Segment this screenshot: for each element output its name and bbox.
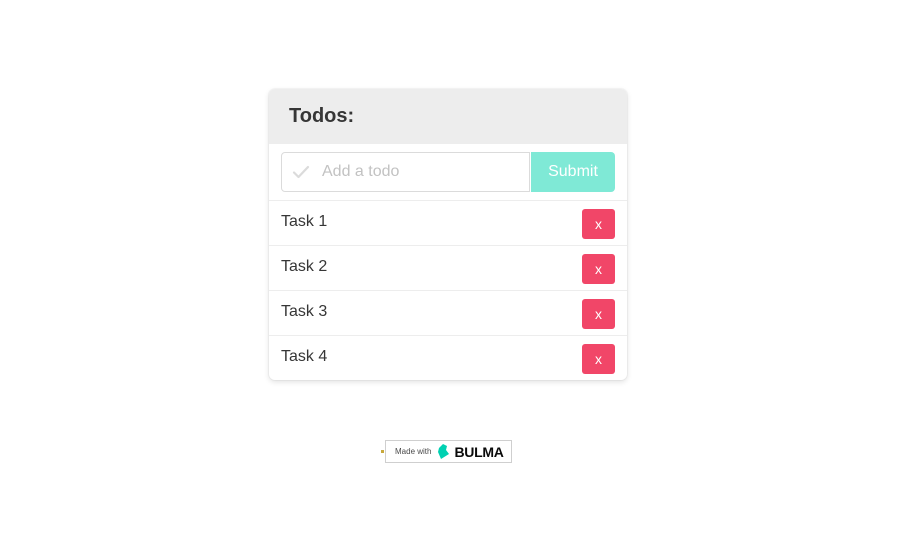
task-row: Task 1 x bbox=[269, 201, 627, 246]
panel-heading: Todos: bbox=[269, 89, 627, 144]
delete-task-button[interactable]: x bbox=[582, 344, 615, 374]
todo-input-wrapper[interactable] bbox=[281, 152, 530, 192]
check-icon bbox=[292, 163, 310, 181]
todo-input[interactable] bbox=[322, 153, 522, 191]
submit-button[interactable]: Submit bbox=[531, 152, 615, 192]
delete-task-button[interactable]: x bbox=[582, 209, 615, 239]
badge-made-with-text: Made with bbox=[395, 447, 432, 456]
add-todo-form: Submit bbox=[269, 144, 627, 201]
delete-task-button[interactable]: x bbox=[582, 299, 615, 329]
task-label: Task 2 bbox=[281, 258, 328, 275]
todo-panel: Todos: Submit Task 1 x Task 2 x Task 3 x… bbox=[269, 89, 627, 380]
badge-brand-text: BULMA bbox=[454, 443, 504, 460]
bulma-logo-icon bbox=[438, 444, 450, 459]
task-label: Task 1 bbox=[281, 213, 328, 230]
task-label: Task 4 bbox=[281, 348, 328, 365]
task-label: Task 3 bbox=[281, 303, 328, 320]
task-row: Task 3 x bbox=[269, 291, 627, 336]
task-row: Task 4 x bbox=[269, 336, 627, 380]
delete-task-button[interactable]: x bbox=[582, 254, 615, 284]
task-row: Task 2 x bbox=[269, 246, 627, 291]
decorative-dot bbox=[381, 450, 384, 453]
panel-title: Todos: bbox=[289, 105, 355, 127]
made-with-bulma-badge[interactable]: Made with BULMA bbox=[385, 440, 512, 463]
